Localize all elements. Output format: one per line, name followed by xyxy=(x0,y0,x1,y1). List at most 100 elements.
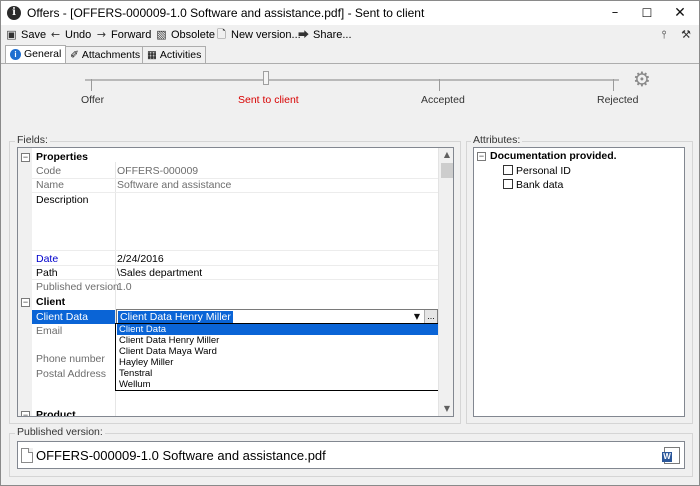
tab-general-label: General xyxy=(24,48,62,60)
row-code: Code OFFERS-000009 xyxy=(18,164,438,178)
attribute-category[interactable]: − Documentation provided. xyxy=(477,150,617,162)
dropdown-option[interactable]: Tenstral xyxy=(117,368,452,379)
name-value: Software and assistance xyxy=(117,179,232,191)
stage-sent-to-client[interactable]: Sent to client xyxy=(238,94,299,106)
attribute-personal-id[interactable]: Personal ID xyxy=(503,165,571,177)
published-version-value: 1.0 xyxy=(117,281,132,293)
minimize-button[interactable]: – xyxy=(598,1,632,25)
stage-tick xyxy=(91,79,92,91)
stage-accepted[interactable]: Accepted xyxy=(421,94,465,106)
info-icon: i xyxy=(7,6,21,20)
share-label: Share... xyxy=(313,29,352,41)
tab-activities-label: Activities xyxy=(159,49,202,61)
tab-general[interactable]: i General xyxy=(5,45,67,64)
stage-rejected[interactable]: Rejected xyxy=(597,94,638,106)
path-value[interactable]: \Sales department xyxy=(117,266,202,280)
dropdown-option[interactable]: Client Data xyxy=(117,324,452,335)
collapse-icon[interactable]: − xyxy=(477,152,486,161)
row-path[interactable]: Path \Sales department xyxy=(18,266,438,280)
window: i Offers - [OFFERS-000009-1.0 Software a… xyxy=(0,0,700,486)
published-version-field: OFFERS-000009-1.0 Software and assistanc… xyxy=(17,441,685,469)
category-label: Client xyxy=(36,296,66,308)
stage-tick xyxy=(613,79,614,91)
dropdown-option[interactable]: Hayley Miller xyxy=(117,357,452,368)
date-label: Date xyxy=(36,253,59,265)
checkbox-label: Personal ID xyxy=(516,165,571,177)
title-bar: i Offers - [OFFERS-000009-1.0 Software a… xyxy=(1,1,699,25)
save-label: Save xyxy=(21,29,47,41)
gear-icon[interactable]: ⚙ xyxy=(633,69,651,89)
email-label: Email xyxy=(36,325,63,337)
date-value[interactable]: 2/24/2016 xyxy=(117,252,164,266)
undo-button[interactable]: ← Undo xyxy=(49,27,91,43)
attribute-bank-data[interactable]: Bank data xyxy=(503,179,563,191)
collapse-icon[interactable]: − xyxy=(21,153,30,162)
tab-attachments-label: Attachments xyxy=(81,49,141,61)
row-name: Name Software and assistance xyxy=(18,178,438,192)
arrow-right-icon: → xyxy=(96,28,107,41)
client-data-label-row[interactable]: Client Data xyxy=(32,310,115,324)
new-version-button[interactable]: 🗋 New version... xyxy=(215,27,301,43)
share-button[interactable]: ⮕ Share... xyxy=(297,27,352,43)
undo-label: Undo xyxy=(65,29,92,41)
collapse-icon[interactable]: − xyxy=(21,298,30,307)
path-label: Path xyxy=(36,267,58,279)
category-properties[interactable]: − Properties xyxy=(18,150,438,164)
tab-strip: i General ✐ Attachments ▦ Activities xyxy=(3,45,699,64)
workflow-slider-thumb[interactable] xyxy=(263,71,269,85)
row-published-version: Published version 1.0 xyxy=(18,280,438,294)
scroll-up-icon[interactable]: ▲ xyxy=(440,148,453,162)
collapse-icon[interactable]: − xyxy=(21,411,30,416)
client-data-dropdown-list: Client Data Client Data Henry Miller Cli… xyxy=(115,323,453,391)
pin-icon[interactable]: ⫯ xyxy=(657,28,671,42)
checkbox-label: Bank data xyxy=(516,179,564,191)
calendar-icon: ▦ xyxy=(147,49,157,61)
name-label: Name xyxy=(36,179,65,191)
attributes-tree: − Documentation provided. Personal ID Ban… xyxy=(473,147,685,417)
category-product[interactable]: − Product xyxy=(18,408,438,417)
category-label: Product xyxy=(36,409,76,417)
dropdown-option[interactable]: Client Data Henry Miller xyxy=(117,335,452,346)
ellipsis-button[interactable]: ... xyxy=(424,310,437,324)
checkbox[interactable] xyxy=(503,165,513,175)
maximize-button[interactable]: ☐ xyxy=(630,1,664,25)
tab-activities[interactable]: ▦ Activities xyxy=(142,46,207,64)
new-version-label: New version... xyxy=(231,29,301,41)
tab-attachments[interactable]: ✐ Attachments xyxy=(65,46,146,64)
code-value: OFFERS-000009 xyxy=(117,165,199,177)
paperclip-icon: ✐ xyxy=(70,49,79,61)
category-label: Properties xyxy=(36,151,88,163)
wrench-icon[interactable]: ⚒ xyxy=(679,28,693,42)
published-version-label: Published version xyxy=(36,281,119,293)
chevron-down-icon[interactable]: ▼ xyxy=(411,311,423,323)
forward-button[interactable]: → Forward xyxy=(95,27,151,43)
word-letter: W xyxy=(662,452,672,462)
row-description[interactable]: Description xyxy=(18,193,438,207)
tab-divider xyxy=(1,63,699,64)
dropdown-option[interactable]: Client Data Maya Ward xyxy=(117,346,452,357)
close-button[interactable]: ✕ xyxy=(663,1,697,25)
checkbox[interactable] xyxy=(503,179,513,189)
postal-address-label: Postal Address xyxy=(36,368,107,380)
dropdown-option[interactable]: Wellum xyxy=(117,379,452,390)
forward-label: Forward xyxy=(111,29,152,41)
row-date[interactable]: Date 2/24/2016 xyxy=(18,252,438,266)
workflow-track xyxy=(85,79,619,81)
scroll-down-icon[interactable]: ▼ xyxy=(440,402,453,416)
word-document-icon[interactable]: W xyxy=(662,447,680,464)
property-grid: − Properties Code OFFERS-000009 Name Soft… xyxy=(17,147,454,417)
vertical-scrollbar[interactable]: ▲ ▼ xyxy=(438,148,453,416)
save-button[interactable]: ▣ Save xyxy=(5,27,46,43)
attributes-group-title: Attributes: xyxy=(471,134,523,146)
obsolete-icon: ▧ xyxy=(156,28,167,41)
published-file-name[interactable]: OFFERS-000009-1.0 Software and assistanc… xyxy=(36,448,326,463)
scrollbar-thumb[interactable] xyxy=(441,163,453,178)
category-client[interactable]: − Client xyxy=(18,295,438,309)
info-icon: i xyxy=(10,49,21,60)
window-title: Offers - [OFFERS-000009-1.0 Software and… xyxy=(27,6,425,20)
stage-offer[interactable]: Offer xyxy=(81,94,104,106)
arrow-left-icon: ← xyxy=(50,28,61,41)
document-icon: 🗋 xyxy=(217,28,226,41)
client-data-value[interactable]: Client Data Henry Miller xyxy=(118,311,233,323)
obsolete-button[interactable]: ▧ Obsolete xyxy=(155,27,215,43)
